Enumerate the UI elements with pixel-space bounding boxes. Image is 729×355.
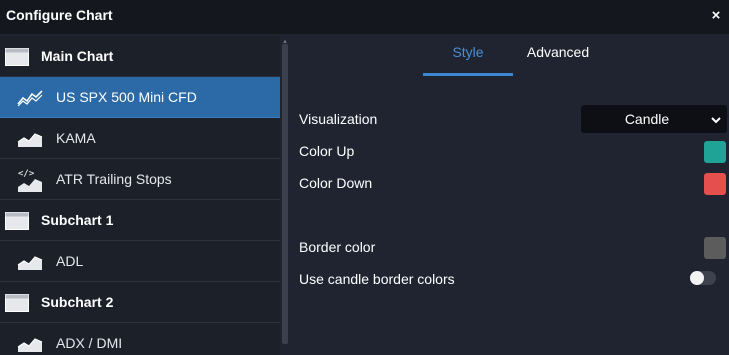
window-icon [5, 200, 29, 241]
color-down-swatch[interactable] [704, 173, 726, 195]
tree-item-label: Subchart 1 [41, 212, 114, 228]
sidebar-scrollbar[interactable] [282, 44, 288, 344]
border-color-label: Border color [299, 239, 376, 255]
close-icon[interactable]: × [709, 6, 723, 26]
visualization-label: Visualization [299, 111, 378, 127]
svg-text:</>: </> [18, 169, 35, 179]
color-up-swatch[interactable] [704, 141, 726, 163]
tree-item-us-spx-500-mini-cfd[interactable]: US SPX 500 Mini CFD [0, 77, 280, 118]
border-color-swatch[interactable] [704, 237, 726, 259]
tree-item-label: US SPX 500 Mini CFD [56, 89, 197, 105]
tree-item-label: ATR Trailing Stops [56, 171, 172, 187]
visualization-select[interactable]: Candle [581, 105, 727, 133]
tree-item-kama[interactable]: KAMA [0, 118, 280, 159]
script-chart-icon: </> [17, 159, 43, 200]
dialog-title: Configure Chart [6, 7, 113, 23]
tree-item-label: KAMA [56, 130, 96, 146]
toggle-knob [690, 271, 704, 285]
use-candle-border-colors-label: Use candle border colors [299, 271, 455, 287]
tree-item-label: ADX / DMI [56, 335, 123, 351]
window-icon [5, 282, 29, 323]
area-chart-icon [17, 323, 43, 355]
color-up-label: Color Up [299, 143, 355, 159]
tree-item-main-chart[interactable]: Main Chart [0, 36, 280, 77]
line-chart-icon [17, 77, 43, 118]
area-chart-icon [17, 118, 43, 159]
dialog-titlebar: Configure Chart × [0, 0, 729, 34]
tab-advanced[interactable]: Advanced [519, 34, 597, 76]
chart-tree-sidebar: Main Chart US SPX 500 Mini CFD KAMA </> … [0, 36, 280, 355]
tree-item-adl[interactable]: ADL [0, 241, 280, 282]
tab-style[interactable]: Style [423, 34, 513, 76]
tree-item-label: Main Chart [41, 48, 114, 64]
tree-item-label: Subchart 2 [41, 294, 114, 310]
tree-item-atr-trailing-stops[interactable]: </> ATR Trailing Stops [0, 159, 280, 200]
tree-item-label: ADL [56, 253, 84, 269]
chevron-down-icon [710, 113, 722, 125]
visualization-value: Candle [624, 111, 670, 127]
use-candle-border-colors-toggle[interactable] [690, 271, 716, 285]
area-chart-icon [17, 241, 43, 282]
tree-item-adx-dmi[interactable]: ADX / DMI [0, 323, 280, 355]
color-down-label: Color Down [299, 175, 373, 191]
tree-item-subchart-1[interactable]: Subchart 1 [0, 200, 280, 241]
tree-item-subchart-2[interactable]: Subchart 2 [0, 282, 280, 323]
window-icon [5, 36, 29, 77]
